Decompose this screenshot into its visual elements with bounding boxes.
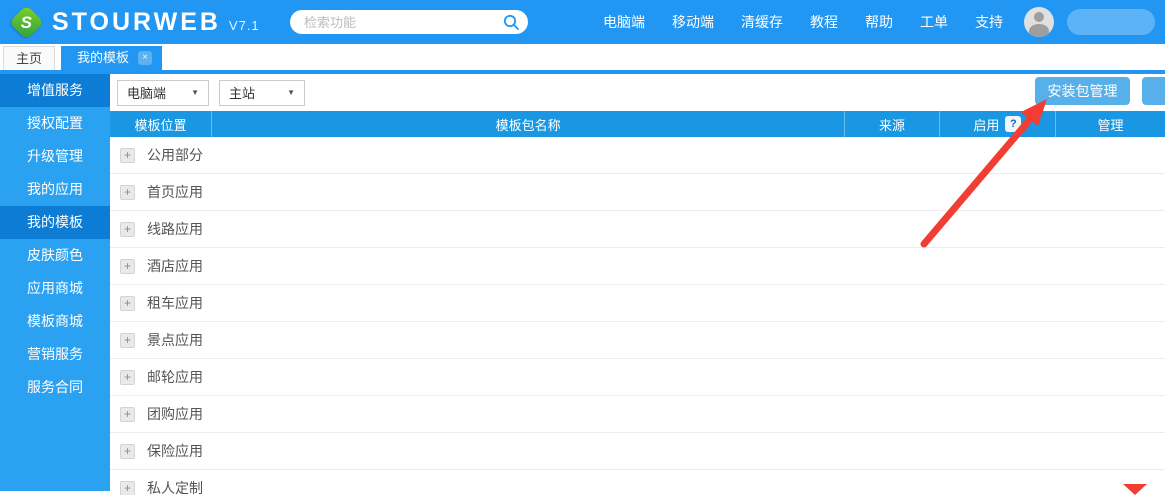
row-label: 线路应用 <box>147 219 203 239</box>
sidebar-item-marketing[interactable]: 营销服务 <box>0 338 110 371</box>
sidebar-item-skin-color[interactable]: 皮肤颜色 <box>0 239 110 272</box>
column-source: 来源 <box>844 111 939 137</box>
expand-plus-icon[interactable]: + <box>120 370 135 385</box>
search-box[interactable] <box>290 10 528 34</box>
table-row[interactable]: + 租车应用 <box>110 285 1165 322</box>
toolbar: 电脑端 ▼ 主站 ▼ 安装包管理 <box>110 74 1165 111</box>
expand-plus-icon[interactable]: + <box>120 259 135 274</box>
table-row[interactable]: + 景点应用 <box>110 322 1165 359</box>
nav-clear-cache[interactable]: 清缓存 <box>741 12 783 32</box>
nav-pc[interactable]: 电脑端 <box>603 12 645 32</box>
user-avatar-icon[interactable] <box>1024 7 1054 37</box>
logo-icon: S <box>9 4 44 39</box>
row-label: 公用部分 <box>147 145 203 165</box>
version-label: V7.1 <box>229 18 260 33</box>
sidebar-item-auth-config[interactable]: 授权配置 <box>0 107 110 140</box>
row-label: 酒店应用 <box>147 256 203 276</box>
tab-my-templates[interactable]: 我的模板 × <box>61 46 162 70</box>
expand-plus-icon[interactable]: + <box>120 296 135 311</box>
row-label: 租车应用 <box>147 293 203 313</box>
row-label: 私人定制 <box>147 478 203 495</box>
sidebar-item-service-contract[interactable]: 服务合同 <box>0 371 110 404</box>
table-row[interactable]: + 团购应用 <box>110 396 1165 433</box>
sidebar-item-my-apps[interactable]: 我的应用 <box>0 173 110 206</box>
redacted-username <box>1067 9 1155 35</box>
column-template-package-name: 模板包名称 <box>211 111 844 137</box>
content-panel: 电脑端 ▼ 主站 ▼ 安装包管理 模板位置 模板包名称 来源 启用 ? 管理 +… <box>110 74 1165 491</box>
expand-plus-icon[interactable]: + <box>120 222 135 237</box>
sidebar-item-value-added[interactable]: 增值服务 <box>0 74 110 107</box>
sidebar-item-upgrade[interactable]: 升级管理 <box>0 140 110 173</box>
expand-plus-icon[interactable]: + <box>120 148 135 163</box>
row-label: 景点应用 <box>147 330 203 350</box>
tab-bar: 主页 我的模板 × <box>0 44 1165 74</box>
row-label: 邮轮应用 <box>147 367 203 387</box>
app-header: S STOURWEB V7.1 电脑端 移动端 清缓存 教程 帮助 工单 支持 <box>0 0 1165 44</box>
tab-home[interactable]: 主页 <box>3 46 55 70</box>
sidebar: 增值服务 授权配置 升级管理 我的应用 我的模板 皮肤颜色 应用商城 模板商城 … <box>0 74 110 491</box>
expand-plus-icon[interactable]: + <box>120 407 135 422</box>
sidebar-item-template-store[interactable]: 模板商城 <box>0 305 110 338</box>
main-area: 增值服务 授权配置 升级管理 我的应用 我的模板 皮肤颜色 应用商城 模板商城 … <box>0 74 1165 491</box>
table-header: 模板位置 模板包名称 来源 启用 ? 管理 <box>110 111 1165 137</box>
table-row[interactable]: + 酒店应用 <box>110 248 1165 285</box>
column-enable: 启用 ? <box>939 111 1055 137</box>
expand-plus-icon[interactable]: + <box>120 444 135 459</box>
device-select[interactable]: 电脑端 ▼ <box>117 80 209 106</box>
expand-plus-icon[interactable]: + <box>120 185 135 200</box>
partial-button-cutoff[interactable] <box>1142 77 1165 105</box>
nav-help[interactable]: 帮助 <box>865 12 893 32</box>
nav-tutorial[interactable]: 教程 <box>810 12 838 32</box>
table-row[interactable]: + 私人定制 <box>110 470 1165 495</box>
top-navigation: 电脑端 移动端 清缓存 教程 帮助 工单 支持 <box>603 7 1155 37</box>
tab-label: 我的模板 <box>77 47 129 69</box>
sidebar-item-my-templates[interactable]: 我的模板 <box>0 206 110 239</box>
table-row[interactable]: + 公用部分 <box>110 137 1165 174</box>
table-row[interactable]: + 首页应用 <box>110 174 1165 211</box>
nav-ticket[interactable]: 工单 <box>920 12 948 32</box>
expand-plus-icon[interactable]: + <box>120 333 135 348</box>
site-select[interactable]: 主站 ▼ <box>219 80 305 106</box>
table-body: + 公用部分 + 首页应用 + 线路应用 + 酒店应用 + 租车应用 + 景点应… <box>110 137 1165 495</box>
column-template-location: 模板位置 <box>110 111 211 137</box>
row-label: 保险应用 <box>147 441 203 461</box>
nav-mobile[interactable]: 移动端 <box>672 12 714 32</box>
table-row[interactable]: + 保险应用 <box>110 433 1165 470</box>
nav-support[interactable]: 支持 <box>975 12 1003 32</box>
row-label: 团购应用 <box>147 404 203 424</box>
table-row[interactable]: + 线路应用 <box>110 211 1165 248</box>
app-logo: S STOURWEB V7.1 <box>14 8 260 37</box>
expand-plus-icon[interactable]: + <box>120 481 135 495</box>
site-select-value: 主站 <box>229 83 255 102</box>
row-label: 首页应用 <box>147 182 203 202</box>
search-icon[interactable] <box>502 13 520 31</box>
search-input[interactable] <box>304 15 502 30</box>
chevron-down-icon: ▼ <box>287 88 295 97</box>
table-row[interactable]: + 邮轮应用 <box>110 359 1165 396</box>
column-manage: 管理 <box>1055 111 1165 137</box>
device-select-value: 电脑端 <box>127 83 166 102</box>
brand-name: STOURWEB <box>52 8 221 37</box>
sidebar-item-app-store[interactable]: 应用商城 <box>0 272 110 305</box>
help-icon[interactable]: ? <box>1005 116 1021 132</box>
chevron-down-icon: ▼ <box>191 88 199 97</box>
close-icon[interactable]: × <box>138 51 152 65</box>
install-package-button[interactable]: 安装包管理 <box>1035 77 1130 105</box>
